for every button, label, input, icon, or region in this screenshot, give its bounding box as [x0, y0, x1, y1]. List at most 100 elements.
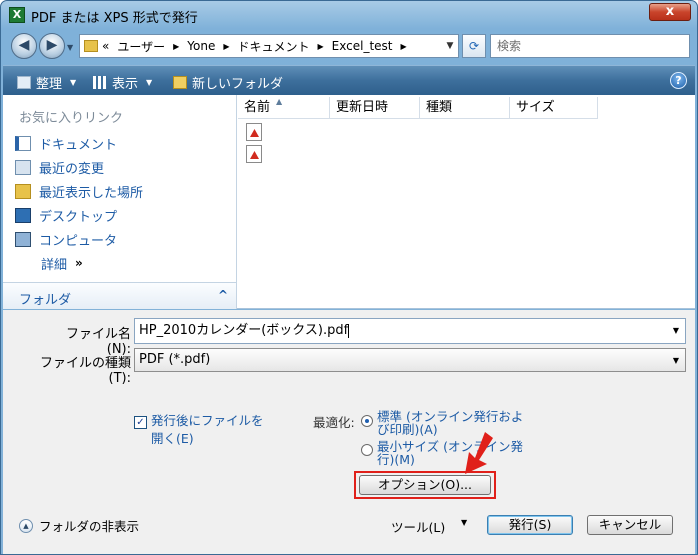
address-bar[interactable]: « ユーザー ▶ Yone ▶ ドキュメント ▶ Excel_test ▶ ▼	[79, 34, 459, 58]
views-menu[interactable]: 表示 ▼	[93, 73, 152, 92]
double-chevron-icon: »	[75, 256, 83, 270]
filetype-value: PDF (*.pdf)	[139, 352, 211, 367]
new-folder-button[interactable]: 新しいフォルダ	[173, 73, 283, 92]
filetype-label: ファイルの種類(T):	[39, 356, 131, 386]
sidebar-item-recent-changes[interactable]: 最近の変更	[15, 155, 143, 179]
chevron-down-icon[interactable]: ▼	[673, 319, 679, 343]
history-dropdown-icon[interactable]: ▼	[67, 43, 73, 52]
documents-icon	[15, 135, 31, 151]
column-headers: ▲ 名前 更新日時 種類 サイズ	[238, 97, 598, 119]
browser-panes: お気に入りリンク ドキュメント 最近の変更 最近表示した場所 デスクトップ コン…	[3, 95, 695, 309]
sidebar-item-label: 最近表示した場所	[39, 185, 144, 201]
favorites-title: お気に入りリンク	[19, 111, 124, 126]
forward-button[interactable]: ▶	[39, 33, 65, 59]
breadcrumb-documents[interactable]: ドキュメント	[238, 38, 310, 55]
breadcrumb-excel-test[interactable]: Excel_test	[332, 39, 393, 53]
pdf-file-icon[interactable]	[246, 123, 262, 141]
filename-field[interactable]: HP_2010カレンダー(ボックス).pdf ▼	[134, 318, 686, 344]
sidebar-item-label: 最近の変更	[39, 161, 105, 177]
excel-app-icon: X	[9, 7, 25, 23]
file-rows	[246, 123, 262, 167]
optimize-standard-label-line2[interactable]: び印刷)(A)	[377, 423, 438, 437]
column-label: 名前	[244, 100, 271, 115]
organize-label: 整理	[36, 77, 63, 92]
address-row: ◀ ▶ ▼ « ユーザー ▶ Yone ▶ ドキュメント ▶ Excel_tes…	[1, 29, 697, 63]
optimize-label: 最適化:	[313, 415, 355, 430]
hide-folders-toggle[interactable]: ▲ フォルダの非表示	[19, 516, 139, 535]
breadcrumb-separator-icon[interactable]: ▶	[318, 42, 324, 51]
sidebar-item-desktop[interactable]: デスクトップ	[15, 203, 143, 227]
details-expander[interactable]: 詳細 »	[15, 251, 143, 275]
help-icon[interactable]: ?	[670, 72, 687, 89]
folders-label: フォルダ	[19, 293, 72, 308]
title-bar: X PDF または XPS 形式で発行 x	[1, 1, 697, 29]
navigation-pane: お気に入りリンク ドキュメント 最近の変更 最近表示した場所 デスクトップ コン…	[3, 95, 237, 309]
sidebar-item-computer[interactable]: コンピュータ	[15, 227, 143, 251]
chevron-down-icon[interactable]: ▼	[673, 349, 679, 373]
column-label: 更新日時	[336, 100, 389, 115]
optimize-minimum-label-line2[interactable]: 行)(M)	[377, 453, 415, 467]
open-after-label-line2[interactable]: 開く(E)	[151, 430, 194, 448]
organize-menu[interactable]: 整理 ▼	[17, 73, 76, 92]
publish-button[interactable]: 発行(S)	[487, 515, 573, 535]
folder-icon	[84, 40, 98, 52]
address-dropdown-icon[interactable]: ▼	[442, 35, 458, 57]
optimize-minimum-radio[interactable]	[361, 444, 373, 456]
views-icon	[93, 76, 107, 89]
red-arrow-icon	[465, 432, 493, 474]
text-caret	[348, 323, 350, 338]
sidebar-item-label: コンピュータ	[39, 233, 118, 249]
breadcrumb-yone[interactable]: Yone	[187, 39, 215, 53]
chevron-down-icon: ▼	[146, 78, 153, 87]
sort-ascending-icon: ▲	[276, 97, 283, 106]
cancel-button[interactable]: キャンセル	[587, 515, 673, 535]
recent-places-icon	[15, 183, 31, 199]
sidebar-item-recent-places[interactable]: 最近表示した場所	[15, 179, 143, 203]
open-after-publish-checkbox[interactable]: ✓	[134, 416, 147, 429]
options-button[interactable]: オプション(O)...	[359, 475, 491, 495]
column-type[interactable]: 種類	[420, 97, 510, 119]
favorite-links: ドキュメント 最近の変更 最近表示した場所 デスクトップ コンピュータ 詳細 »	[15, 131, 143, 275]
breadcrumb-separator-icon[interactable]: ▶	[173, 42, 179, 51]
column-name[interactable]: ▲ 名前	[238, 97, 330, 119]
breadcrumb-users[interactable]: ユーザー	[117, 38, 165, 55]
optimize-standard-radio[interactable]	[361, 415, 373, 427]
new-folder-icon	[173, 76, 187, 89]
filetype-select[interactable]: PDF (*.pdf) ▼	[134, 348, 686, 372]
command-toolbar: 整理 ▼ 表示 ▼ 新しいフォルダ ?	[3, 65, 695, 95]
chevron-up-icon: ^	[217, 288, 228, 302]
recent-changes-icon	[15, 159, 31, 175]
folders-bar[interactable]: フォルダ ^	[3, 282, 236, 309]
close-button[interactable]: x	[649, 3, 691, 21]
new-folder-label: 新しいフォルダ	[192, 77, 284, 92]
breadcrumb-separator-icon[interactable]: ▶	[223, 42, 229, 51]
organize-icon	[17, 76, 31, 89]
file-list: ▲ 名前 更新日時 種類 サイズ	[238, 95, 695, 309]
filename-value: HP_2010カレンダー(ボックス).pdf	[139, 323, 349, 338]
breadcrumb-overflow[interactable]: «	[102, 39, 109, 53]
search-input[interactable]: 検索	[490, 34, 690, 58]
details-label: 詳細	[41, 257, 68, 273]
column-label: サイズ	[516, 100, 555, 115]
open-after-label-line1[interactable]: 発行後にファイルを	[151, 412, 264, 430]
column-size[interactable]: サイズ	[510, 97, 598, 119]
back-button[interactable]: ◀	[11, 33, 37, 59]
pdf-file-icon[interactable]	[246, 145, 262, 163]
sidebar-item-label: ドキュメント	[39, 137, 118, 153]
column-modified[interactable]: 更新日時	[330, 97, 420, 119]
refresh-button[interactable]: ⟳	[462, 34, 486, 58]
chevron-up-icon: ▲	[19, 518, 33, 533]
sidebar-item-label: デスクトップ	[39, 209, 118, 225]
chevron-down-icon[interactable]: ▼	[461, 518, 467, 527]
column-label: 種類	[426, 100, 453, 115]
views-label: 表示	[112, 77, 139, 92]
publish-dialog: X PDF または XPS 形式で発行 x ◀ ▶ ▼ « ユーザー ▶ Yon…	[0, 0, 698, 555]
breadcrumb-separator-icon[interactable]: ▶	[401, 42, 407, 51]
chevron-down-icon: ▼	[70, 78, 77, 87]
save-options-form: ファイル名(N): HP_2010カレンダー(ボックス).pdf ▼ ファイルの…	[3, 310, 695, 554]
tools-menu[interactable]: ツール(L)	[391, 517, 445, 536]
window-title: PDF または XPS 形式で発行	[31, 11, 198, 26]
sidebar-item-documents[interactable]: ドキュメント	[15, 131, 143, 155]
computer-icon	[15, 231, 31, 247]
desktop-icon	[15, 207, 31, 223]
